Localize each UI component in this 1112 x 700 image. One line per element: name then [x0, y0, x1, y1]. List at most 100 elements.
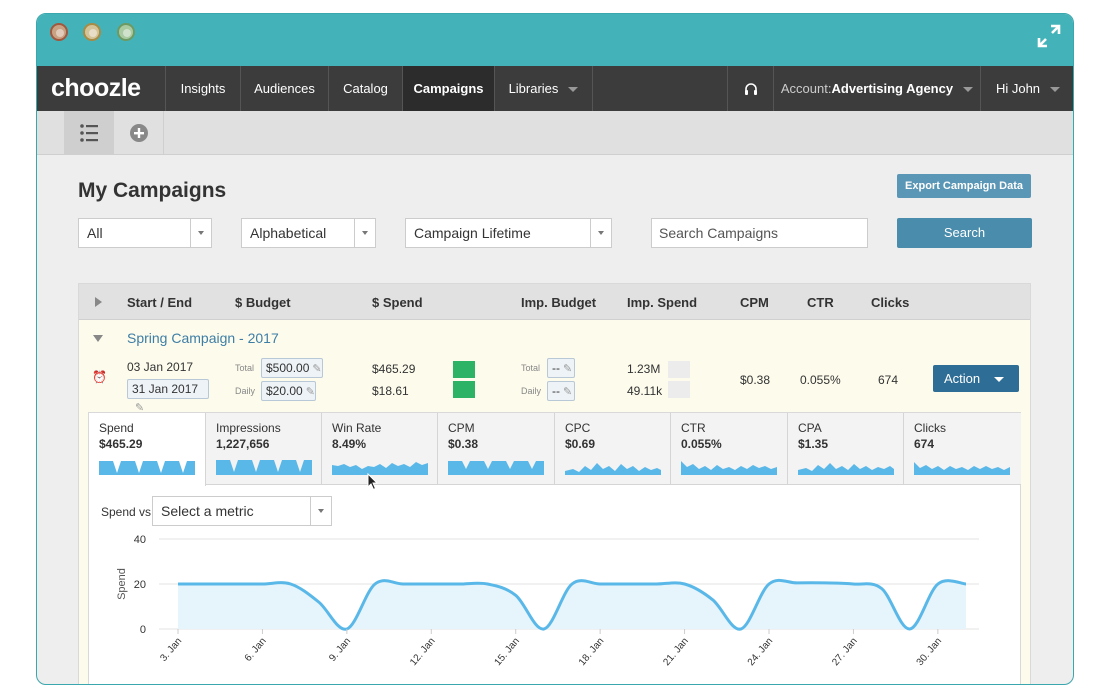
- account-switcher[interactable]: Account:Advertising Agency: [773, 66, 980, 111]
- chevron-down-icon: [963, 87, 974, 93]
- metric-value: 1,227,656: [216, 437, 270, 451]
- title-bar: [37, 14, 1073, 66]
- header-spend[interactable]: $ Spend: [372, 295, 423, 310]
- chevron-down-icon: [354, 219, 375, 247]
- nav-campaigns[interactable]: Campaigns: [402, 66, 494, 111]
- expand-icon[interactable]: [1037, 24, 1061, 48]
- metric-label: CTR: [681, 421, 706, 435]
- list-view-button[interactable]: [64, 111, 114, 155]
- header-clicks[interactable]: Clicks: [871, 295, 909, 310]
- metric-tab-cpa[interactable]: CPA $1.35: [788, 413, 904, 485]
- nav-label: Campaigns: [413, 81, 484, 96]
- metric-label: CPA: [798, 421, 822, 435]
- cpa-sparkline: [798, 463, 894, 475]
- budget-daily-field[interactable]: $20.00 ✎: [261, 381, 316, 401]
- status-filter-select[interactable]: All: [78, 218, 212, 248]
- user-menu[interactable]: Hi John: [980, 66, 1073, 111]
- nav-catalog[interactable]: Catalog: [328, 66, 402, 111]
- y-tick-label: 40: [134, 534, 146, 546]
- select-value: Campaign Lifetime: [414, 225, 531, 241]
- imp-budget-daily-field[interactable]: -- ✎: [547, 381, 575, 401]
- imp-spend-daily-status-indicator: [668, 381, 690, 398]
- header-cpm[interactable]: CPM: [740, 295, 769, 310]
- metric-tab-ctr[interactable]: CTR 0.055%: [671, 413, 788, 485]
- minimize-window-button[interactable]: [83, 23, 101, 41]
- imp-budget-total-label: Total: [521, 363, 541, 373]
- metric-tab-spend[interactable]: Spend $465.29: [89, 413, 206, 486]
- compare-label: Spend vs.: [101, 505, 155, 519]
- support-button[interactable]: [727, 66, 773, 111]
- chevron-down-icon: [1050, 87, 1061, 93]
- header-imp-spend[interactable]: Imp. Spend: [627, 295, 697, 310]
- action-button[interactable]: Action: [933, 365, 1019, 392]
- imp-spend-daily: 49.11k: [627, 384, 663, 398]
- pencil-icon: ✎: [305, 386, 315, 398]
- table-header: Start / End $ Budget $ Spend Imp. Budget…: [79, 284, 1030, 320]
- date-range-select[interactable]: Campaign Lifetime: [405, 218, 612, 248]
- expand-all-icon[interactable]: [95, 297, 102, 307]
- y-tick-label: 0: [140, 624, 146, 636]
- search-input[interactable]: Search Campaigns: [651, 218, 868, 248]
- cpm-sparkline: [448, 461, 544, 475]
- header-imp-budget[interactable]: Imp. Budget: [521, 295, 596, 310]
- alarm-clock-icon: ⏰: [92, 370, 107, 384]
- header-ctr[interactable]: CTR: [807, 295, 834, 310]
- metric-label: CPC: [565, 421, 591, 435]
- plus-circle-icon: [130, 124, 148, 142]
- app-window: choozle Insights Audiences Catalog Campa…: [36, 13, 1074, 685]
- campaign-name-link[interactable]: Spring Campaign - 2017: [127, 330, 279, 346]
- nav-label: Catalog: [343, 81, 388, 96]
- nav-libraries[interactable]: Libraries: [494, 66, 593, 111]
- cpc-sparkline: [565, 463, 661, 475]
- clicks-sparkline: [914, 462, 1010, 475]
- header-budget[interactable]: $ Budget: [235, 295, 291, 310]
- x-tick-label: 3. Jan: [158, 636, 184, 664]
- spend-chart: 0 20 40 Spend 3. Jan 6. Jan 9. Jan 12. Jan 15. J…: [116, 534, 979, 668]
- header-start-end[interactable]: Start / End: [127, 295, 192, 310]
- spend-daily: $18.61: [372, 384, 409, 398]
- close-window-button[interactable]: [50, 23, 68, 41]
- chevron-down-icon: [190, 219, 211, 247]
- select-value: All: [87, 225, 103, 241]
- export-campaign-data-button[interactable]: Export Campaign Data: [897, 174, 1031, 198]
- end-date-value: 31 Jan 2017: [132, 382, 199, 396]
- clicks-value: 674: [878, 373, 899, 387]
- end-date-field[interactable]: 31 Jan 2017✎: [127, 379, 209, 414]
- imp-budget-daily-label: Daily: [521, 386, 542, 396]
- logo[interactable]: choozle: [51, 74, 141, 103]
- metric-tab-clicks[interactable]: Clicks 674: [904, 413, 1021, 485]
- metric-tab-cpm[interactable]: CPM $0.38: [438, 413, 555, 485]
- budget-daily-label: Daily: [235, 386, 256, 396]
- top-nav: choozle Insights Audiences Catalog Campa…: [37, 66, 1073, 111]
- metric-tab-impressions[interactable]: Impressions 1,227,656: [206, 413, 322, 485]
- x-tick-label: 6. Jan: [243, 636, 269, 664]
- metric-label: Clicks: [914, 421, 946, 435]
- spend-total: $465.29: [372, 362, 416, 376]
- metric-tab-cpc[interactable]: CPC $0.69: [555, 413, 671, 485]
- metric-tab-win-rate[interactable]: Win Rate 8.49%: [322, 413, 438, 485]
- chevron-down-icon: [590, 219, 611, 247]
- budget-total-field[interactable]: $500.00 ✎: [261, 358, 323, 378]
- chevron-down-icon: [994, 377, 1005, 383]
- sort-select[interactable]: Alphabetical: [241, 218, 376, 248]
- metric-value: 0.055%: [681, 437, 722, 451]
- account-name: Advertising Agency: [831, 81, 954, 96]
- x-tick-label: 30. Jan: [915, 636, 945, 668]
- action-label: Action: [944, 371, 981, 386]
- spend-sparkline: [99, 461, 195, 475]
- imp-budget-total-field[interactable]: -- ✎: [547, 358, 575, 378]
- chevron-down-icon: [568, 87, 579, 93]
- nav-insights[interactable]: Insights: [165, 66, 240, 111]
- metric-label: Win Rate: [332, 421, 382, 435]
- maximize-window-button[interactable]: [117, 23, 135, 41]
- compare-metric-select[interactable]: Select a metric: [152, 496, 332, 526]
- collapse-row-icon[interactable]: [93, 335, 103, 342]
- metric-value: $465.29: [99, 437, 143, 451]
- search-button[interactable]: Search: [897, 218, 1032, 248]
- nav-audiences[interactable]: Audiences: [240, 66, 328, 111]
- x-tick-label: 15. Jan: [492, 636, 522, 668]
- spend-status-indicator: [453, 361, 475, 378]
- account-prefix: Account:: [780, 81, 832, 96]
- x-tick-label: 27. Jan: [830, 636, 860, 668]
- add-campaign-button[interactable]: [114, 111, 164, 155]
